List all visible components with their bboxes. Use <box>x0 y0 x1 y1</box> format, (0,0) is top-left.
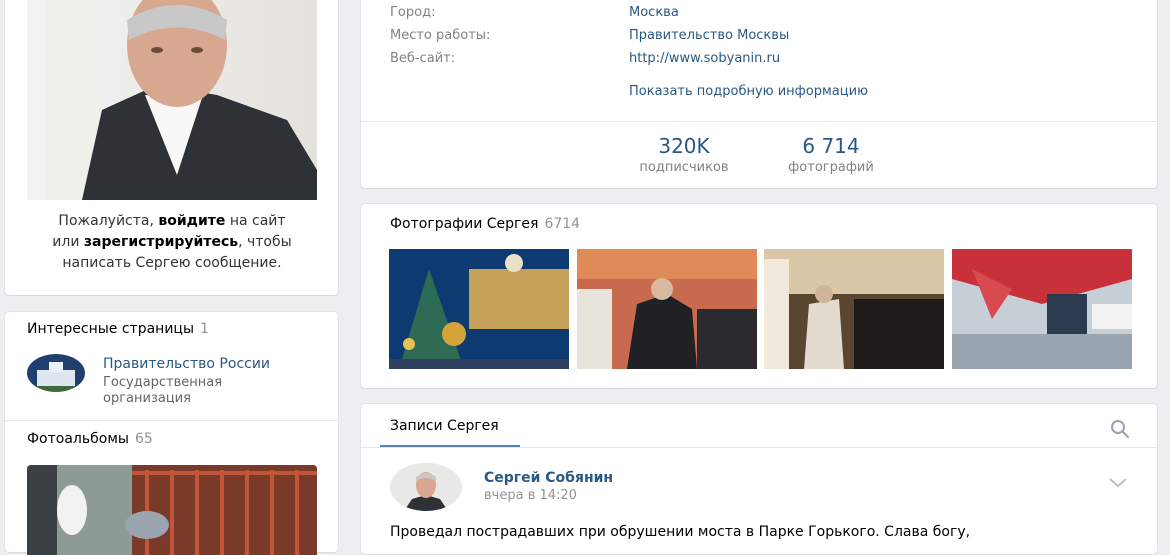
photo-thumb-image <box>952 249 1132 369</box>
followers-count: 320K <box>658 134 710 158</box>
government-avatar[interactable] <box>27 354 85 392</box>
post-author-avatar-image <box>390 463 462 511</box>
register-link[interactable]: зарегистрируйтесь <box>84 234 238 250</box>
followers-counter[interactable]: 320K подписчиков <box>614 134 754 175</box>
profile-avatar-card: Пожалуйста, войдите на сайт или зарегист… <box>5 0 338 295</box>
followers-label: подписчиков <box>639 160 729 175</box>
login-prompt: Пожалуйста, войдите на сайт или зарегист… <box>23 211 321 274</box>
interesting-pages-title: Интересные страницы <box>27 321 195 337</box>
login-text: на сайт <box>225 213 286 229</box>
photo-thumb-image <box>389 249 569 369</box>
photo-thumb-image <box>577 249 757 369</box>
chevron-down-icon[interactable] <box>1108 474 1128 493</box>
login-text: , чтобы <box>238 234 292 250</box>
divider <box>361 121 1157 122</box>
photo-thumb[interactable] <box>389 249 569 369</box>
profile-info-card: Город: Москва Место работы: Правительств… <box>361 0 1157 188</box>
interesting-pages-count: 1 <box>200 321 209 337</box>
show-details-link[interactable]: Показать подробную информацию <box>629 84 868 99</box>
info-label: Город: <box>390 5 436 20</box>
post-author-avatar[interactable] <box>390 463 462 511</box>
albums-header[interactable]: Фотоальбомы 65 <box>27 431 153 447</box>
login-text: Пожалуйста, <box>58 213 159 229</box>
photo-thumb[interactable] <box>577 249 757 369</box>
photo-thumb-image <box>764 249 944 369</box>
info-label: Место работы: <box>390 28 491 43</box>
info-label: Веб-сайт: <box>390 51 456 66</box>
login-link[interactable]: войдите <box>158 213 225 229</box>
interesting-page-subtitle: Государственная организация <box>103 375 223 406</box>
post-timestamp[interactable]: вчера в 14:20 <box>484 488 577 503</box>
album-cover[interactable] <box>27 465 317 555</box>
divider <box>361 447 1157 448</box>
photo-thumb[interactable] <box>764 249 944 369</box>
work-link[interactable]: Правительство Москвы <box>629 28 789 43</box>
photos-label: фотографий <box>788 160 874 175</box>
profile-photo-image <box>27 0 317 200</box>
photos-header[interactable]: Фотографии Сергея 6714 <box>390 216 580 232</box>
photos-title: Фотографии Сергея <box>390 216 539 232</box>
album-cover-image <box>27 465 317 555</box>
chevron-down-icon-svg <box>1109 478 1127 488</box>
login-text: написать Сергею сообщение. <box>62 255 282 271</box>
divider <box>5 420 338 421</box>
website-link[interactable]: http://www.sobyanin.ru <box>629 51 780 66</box>
photos-card: Фотографии Сергея 6714 <box>361 204 1157 388</box>
post-text: Проведал пострадавших при обрушении мост… <box>390 524 971 540</box>
tab-wall-posts[interactable]: Записи Сергея <box>390 418 499 434</box>
login-text: или <box>52 234 84 250</box>
post-author-name[interactable]: Сергей Собянин <box>484 470 613 486</box>
city-link[interactable]: Москва <box>629 5 679 20</box>
photos-count: 6 714 <box>802 134 860 158</box>
profile-photo[interactable] <box>27 0 317 200</box>
photos-count-header: 6714 <box>544 216 581 232</box>
albums-count: 65 <box>134 431 153 447</box>
wall-card: Записи Сергея Сергей Собянин вчера в 14:… <box>361 404 1157 554</box>
government-building-icon <box>27 354 85 392</box>
photo-thumb[interactable] <box>952 249 1132 369</box>
search-icon[interactable] <box>1109 418 1131 444</box>
interesting-page-link[interactable]: Правительство России <box>103 356 270 372</box>
interesting-pages-card: Интересные страницы 1 Правительство Росси… <box>5 312 338 555</box>
search-icon-svg <box>1111 420 1129 438</box>
interesting-pages-header[interactable]: Интересные страницы 1 <box>27 321 209 337</box>
photos-counter[interactable]: 6 714 фотографий <box>771 134 891 175</box>
albums-title: Фотоальбомы <box>27 431 129 447</box>
